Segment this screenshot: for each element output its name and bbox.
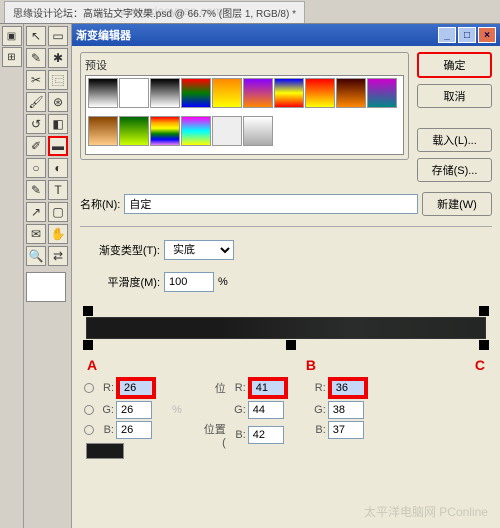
color-swatch-a[interactable] <box>86 443 124 459</box>
save-button[interactable]: 存储(S)... <box>417 158 492 182</box>
g-input-c[interactable] <box>328 401 364 419</box>
smoothness-label: 平滑度(M): <box>80 274 160 290</box>
dodge-tool-icon[interactable]: ◐ <box>48 158 68 178</box>
gradient-swatch[interactable] <box>243 78 273 108</box>
cancel-button[interactable]: 取消 <box>417 84 492 108</box>
g-input-a[interactable] <box>116 401 152 419</box>
brush-tool-icon[interactable]: 🖌 <box>26 92 46 112</box>
annotation-b: B <box>306 357 316 373</box>
opacity-stop-icon[interactable] <box>479 306 489 316</box>
load-button[interactable]: 载入(L)... <box>417 128 492 152</box>
slice-tool-icon[interactable]: ⿷ <box>48 70 68 90</box>
close-button[interactable]: × <box>478 27 496 43</box>
eyedropper-tool-icon[interactable]: ✐ <box>26 136 46 156</box>
dialog-titlebar: 渐变编辑器 _ □ × <box>72 24 500 46</box>
gradient-swatch[interactable] <box>181 116 211 146</box>
radio-icon[interactable] <box>84 383 94 393</box>
toolbox: ↖ ▭ ✎ ✱ ✂ ⿷ 🖌 ⊛ ↺ ◧ ✐ ▬ ○ ◐ ✎ T ↗ ▢ ✉ ✋ … <box>24 24 72 528</box>
gradient-swatch[interactable] <box>243 116 273 146</box>
g-input-b[interactable] <box>248 401 284 419</box>
r-input-c[interactable] <box>330 379 366 397</box>
radio-icon[interactable] <box>84 425 94 435</box>
color-stop-icon[interactable] <box>83 340 93 350</box>
b-input-a[interactable] <box>116 421 152 439</box>
crop-tool-icon[interactable]: ✂ <box>26 70 46 90</box>
color-stop-icon[interactable] <box>286 340 296 350</box>
notes-tool-icon[interactable]: ✉ <box>26 224 46 244</box>
gradient-swatch[interactable] <box>150 78 180 108</box>
fg-bg-swap-icon[interactable]: ⇄ <box>48 246 68 266</box>
name-label: 名称(N): <box>80 196 120 212</box>
r-input-a[interactable] <box>118 379 154 397</box>
marquee-tool-icon[interactable]: ▭ <box>48 26 68 46</box>
lasso-tool-icon[interactable]: ✎ <box>26 48 46 68</box>
gradient-swatch[interactable] <box>336 78 366 108</box>
blur-tool-icon[interactable]: ○ <box>26 158 46 178</box>
pen-tool-icon[interactable]: ✎ <box>26 180 46 200</box>
new-button[interactable]: 新建(W) <box>422 192 492 216</box>
stamp-tool-icon[interactable]: ⊛ <box>48 92 68 112</box>
gradient-type-select[interactable]: 实底 <box>164 240 234 260</box>
maximize-button[interactable]: □ <box>458 27 476 43</box>
zoom-tool-icon[interactable]: 🔍 <box>26 246 46 266</box>
gradient-swatch[interactable] <box>88 78 118 108</box>
radio-icon[interactable] <box>84 405 94 415</box>
gradient-swatch[interactable] <box>367 78 397 108</box>
preset-grid[interactable] <box>85 75 404 155</box>
gradient-preview-bar[interactable]: A B C <box>86 317 486 339</box>
percent-label: % <box>218 276 228 288</box>
gradient-swatch[interactable] <box>212 78 242 108</box>
rgb-col-b: 位R: G: 位置(B: <box>202 377 288 461</box>
gradient-type-row: 渐变类型(T): 实底 <box>80 240 492 260</box>
dialog-button-column: 确定 取消 载入(L)... 存储(S)... <box>417 52 492 182</box>
opacity-stop-icon[interactable] <box>83 306 93 316</box>
rgb-col-a: R: G:% B: <box>84 377 182 461</box>
history-brush-icon[interactable]: ↺ <box>26 114 46 134</box>
dialog-left: 预设 <box>80 52 492 522</box>
r-input-b[interactable] <box>250 379 286 397</box>
color-stops-values: R: G:% B: 位R: G: 位置(B: R: G: B: <box>80 377 492 461</box>
gradient-editor-dialog: 渐变编辑器 _ □ × 预设 <box>72 24 500 528</box>
annotation-a: A <box>87 357 97 373</box>
gradient-swatch[interactable] <box>119 78 149 108</box>
gradient-swatch[interactable] <box>181 78 211 108</box>
eraser-tool-icon[interactable]: ◧ <box>48 114 68 134</box>
main-area: ▣ ⊞ ↖ ▭ ✎ ✱ ✂ ⿷ 🖌 ⊛ ↺ ◧ ✐ ▬ ○ ◐ ✎ T ↗ ▢ … <box>0 24 500 528</box>
gradient-swatch[interactable] <box>119 116 149 146</box>
gradient-swatch[interactable] <box>88 116 118 146</box>
gradient-swatch[interactable] <box>274 78 304 108</box>
hand-tool-icon[interactable]: ✋ <box>48 224 68 244</box>
document-tab-bar: 思缘设计论坛：高端钻文字效果.psd @ 66.7% (图层 1, RGB/8)… <box>0 0 500 24</box>
dialog-title: 渐变编辑器 <box>76 27 131 43</box>
b-input-b[interactable] <box>248 426 284 444</box>
name-input[interactable] <box>124 194 418 214</box>
gradient-swatch[interactable] <box>150 116 180 146</box>
type-tool-icon[interactable]: T <box>48 180 68 200</box>
dialog-body: 预设 <box>72 46 500 528</box>
ok-button[interactable]: 确定 <box>417 52 492 78</box>
rgb-col-c: R: G: B: <box>308 377 368 461</box>
b-input-c[interactable] <box>328 421 364 439</box>
foreground-color-swatch[interactable] <box>26 272 66 302</box>
preset-panel: 预设 <box>80 52 409 160</box>
smoothness-input[interactable] <box>164 272 214 292</box>
smoothness-row: 平滑度(M): % <box>80 272 492 292</box>
annotation-c: C <box>475 357 485 373</box>
gradient-tool-icon[interactable]: ▬ <box>48 136 68 156</box>
tool-options-col: ▣ ⊞ <box>0 24 24 528</box>
document-tab[interactable]: 思缘设计论坛：高端钻文字效果.psd @ 66.7% (图层 1, RGB/8)… <box>4 1 305 23</box>
color-stop-icon[interactable] <box>479 340 489 350</box>
name-row: 名称(N): 新建(W) <box>80 192 492 216</box>
path-tool-icon[interactable]: ↗ <box>26 202 46 222</box>
wand-tool-icon[interactable]: ✱ <box>48 48 68 68</box>
gradient-type-label: 渐变类型(T): <box>80 242 160 258</box>
tool-option-icon[interactable]: ▣ <box>2 26 22 46</box>
gradient-swatch[interactable] <box>305 78 335 108</box>
tool-option-icon[interactable]: ⊞ <box>2 47 22 67</box>
minimize-button[interactable]: _ <box>438 27 456 43</box>
gradient-swatch[interactable] <box>212 116 242 146</box>
shape-tool-icon[interactable]: ▢ <box>48 202 68 222</box>
move-tool-icon[interactable]: ↖ <box>26 26 46 46</box>
preset-label: 预设 <box>85 57 404 73</box>
